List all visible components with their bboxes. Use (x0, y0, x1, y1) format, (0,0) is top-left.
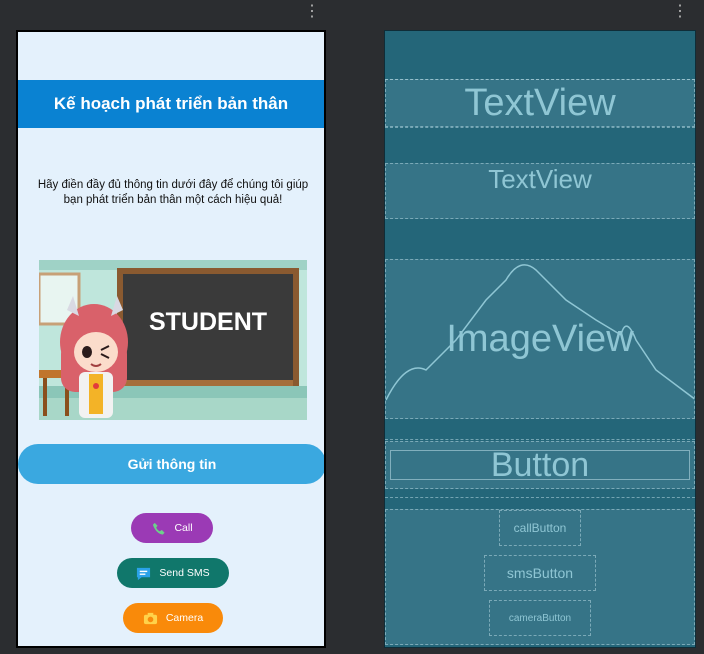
blueprint-preview: TextView TextView ImageView Button callB… (384, 30, 696, 648)
blueprint-title-label: TextView (464, 81, 616, 124)
blueprint-imageview[interactable]: ImageView (385, 259, 695, 419)
send-info-label: Gửi thông tin (127, 456, 217, 472)
call-label: Call (174, 522, 193, 534)
blueprint-sms-button[interactable]: smsButton (484, 555, 596, 591)
sms-button[interactable]: Send SMS (117, 558, 229, 588)
blueprint-camera-label: cameraButton (508, 612, 572, 624)
camera-label: Camera (165, 612, 204, 624)
blueprint-overflow-menu-icon[interactable]: ⋮ (672, 4, 688, 20)
blueprint-title-textview[interactable]: TextView (385, 79, 695, 127)
chalkboard-text: STUDENT (149, 308, 267, 336)
blueprint-image-label: ImageView (446, 317, 634, 360)
blueprint-camera-button[interactable]: cameraButton (489, 600, 591, 636)
camera-button[interactable]: Camera (123, 603, 223, 633)
blueprint-desc-textview[interactable]: TextView (385, 163, 695, 219)
blueprint-call-button[interactable]: callButton (499, 510, 581, 546)
blueprint-desc-label: TextView (488, 164, 592, 194)
blueprint-call-label: callButton (513, 521, 567, 535)
design-preview: Kế hoạch phát triển bản thân Hãy điền đầ… (16, 30, 326, 648)
description-textview: Hãy điền đầy đủ thông tin dưới đây để ch… (37, 179, 309, 206)
message-icon (136, 566, 151, 581)
design-overflow-menu-icon[interactable]: ⋮ (304, 4, 320, 20)
student-image: STUDENT (39, 260, 307, 420)
send-info-button[interactable]: Gửi thông tin (18, 444, 324, 484)
phone-icon (151, 521, 166, 536)
page-title: Kế hoạch phát triển bản thân (53, 94, 289, 113)
blueprint-sms-label: smsButton (506, 565, 574, 581)
blueprint-guide-line (385, 439, 695, 440)
blueprint-button[interactable]: Button (385, 441, 695, 489)
call-button[interactable]: Call (131, 513, 213, 543)
title-textview: Kế hoạch phát triển bản thân (18, 80, 324, 128)
blueprint-button-label: Button (490, 445, 590, 484)
sms-label: Send SMS (159, 567, 210, 579)
camera-icon (143, 611, 158, 626)
blueprint-guide-line (385, 127, 695, 128)
blueprint-guide-line (385, 497, 695, 498)
